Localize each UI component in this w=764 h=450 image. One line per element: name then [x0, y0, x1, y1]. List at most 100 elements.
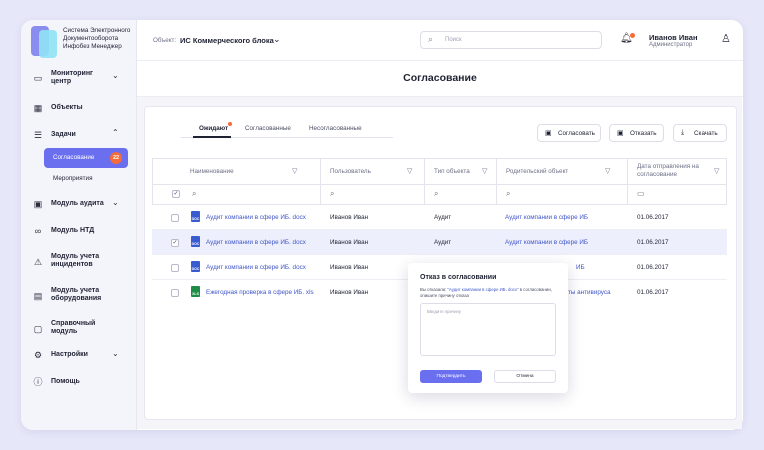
chevron-down-icon: ⌄: [112, 198, 119, 207]
column-parent[interactable]: Родительский объект ▽: [497, 159, 628, 184]
docx-file-icon: DOC: [191, 236, 200, 247]
select-all-checkbox[interactable]: ✓: [172, 190, 180, 198]
sidebar-subitem-events[interactable]: Мероприятия: [53, 175, 92, 182]
row-checkbox[interactable]: [171, 289, 179, 297]
reject-dialog: Отказ в согласовании Вы отказали: "Аудит…: [408, 263, 568, 393]
search-icon: ⌕: [192, 189, 197, 198]
download-icon: ⤓: [681, 129, 685, 136]
reject-icon: ▣: [617, 130, 624, 137]
filter-icon[interactable]: ▽: [714, 167, 719, 175]
reason-textarea[interactable]: Введите причину: [420, 303, 556, 356]
confirm-button[interactable]: Подтвердить: [420, 370, 482, 383]
filter-type[interactable]: ⌕: [425, 185, 497, 204]
filter-icon[interactable]: ▽: [292, 167, 297, 175]
chevron-up-icon: ⌃: [112, 128, 119, 137]
warning-icon: ⚠: [33, 257, 43, 267]
filter-parent[interactable]: ⌕: [497, 185, 628, 204]
filter-icon[interactable]: ▽: [605, 167, 610, 175]
chat-icon: ▢: [33, 324, 43, 334]
clipboard-icon: ▤: [33, 291, 43, 301]
filter-user[interactable]: ⌕: [321, 185, 425, 204]
column-user[interactable]: Пользователь ▽: [321, 159, 425, 184]
user-role: Администратор: [649, 42, 693, 48]
chevron-down-icon: ⌄: [112, 71, 119, 80]
object-label: Объект:: [153, 37, 177, 44]
parent-link[interactable]: ИБ: [576, 264, 585, 271]
logo[interactable]: Система Электронного Документооборота Ин…: [31, 26, 131, 64]
parent-link[interactable]: Аудит компании в сфере ИБ: [505, 214, 588, 221]
chevron-down-icon[interactable]: ⌄: [273, 34, 281, 45]
sidebar-item-equipment[interactable]: ▤ Модуль учета оборудования: [21, 286, 137, 308]
xls-file-icon: XLS: [191, 286, 200, 297]
sidebar-item-settings[interactable]: ⚙ Настройки ⌄: [21, 349, 137, 371]
folder-icon: ▣: [33, 199, 43, 209]
user-icon[interactable]: ♙: [721, 32, 731, 45]
parent-link[interactable]: Аудит компании в сфере ИБ: [505, 239, 588, 246]
tab-rejected[interactable]: Несогласованные: [309, 125, 362, 132]
tab-active-indicator: [193, 136, 231, 138]
table-filter-row: ✓ ⌕ ⌕ ⌕ ⌕ ▭: [152, 185, 727, 205]
gear-icon: ⚙: [33, 350, 43, 360]
filter-date[interactable]: ▭: [628, 185, 726, 204]
document-link[interactable]: Ежегодная проверка в сфере ИБ. xls: [206, 289, 314, 296]
dialog-title: Отказ в согласовании: [420, 274, 497, 281]
document-link[interactable]: Аудит компании в сфере ИБ. docx: [206, 239, 306, 246]
top-bar: Объект: ИС Коммерческого блока ⌄ ⌕ Поиск…: [137, 20, 743, 61]
tab-pending[interactable]: Ожидают: [199, 122, 233, 132]
user-name: Иванов Иван: [649, 33, 698, 42]
filter-name[interactable]: ⌕: [183, 185, 321, 204]
page-title: Согласование: [403, 72, 477, 84]
bell-icon[interactable]: 🔔︎: [620, 33, 635, 44]
parent-link[interactable]: боты антивируса: [561, 289, 611, 296]
calendar-icon: ▭: [637, 189, 645, 198]
search-icon: ⌕: [434, 189, 439, 198]
row-checkbox[interactable]: ✓: [171, 239, 179, 247]
chevron-down-icon: ⌄: [112, 349, 119, 358]
search-input[interactable]: ⌕ Поиск: [420, 31, 602, 49]
search-icon: ⌕: [330, 189, 335, 198]
logo-text: Система Электронного Документооборота Ин…: [63, 27, 131, 50]
document-link[interactable]: Аудит компании в сфере ИБ. docx: [206, 214, 306, 221]
sidebar-item-help[interactable]: ⓘ Помощь: [21, 376, 137, 398]
sidebar-subitem-approval[interactable]: Согласование 22: [44, 148, 128, 168]
info-icon: ⓘ: [33, 377, 43, 387]
grid-icon: ▦: [33, 103, 43, 113]
filter-icon[interactable]: ▽: [407, 167, 412, 175]
sidebar-item-monitoring[interactable]: ▭ Мониторинг центр ⌄: [21, 70, 137, 92]
sidebar: Система Электронного Документооборота Ин…: [21, 20, 137, 430]
sidebar-item-incidents[interactable]: ⚠ Модуль учета инцидентов: [21, 252, 137, 274]
table-row[interactable]: ✓ DOC Аудит компании в сфере ИБ. docx Ив…: [152, 230, 727, 255]
search-icon: ⌕: [506, 189, 511, 198]
row-checkbox[interactable]: [171, 264, 179, 272]
tasks-icon: ☰: [33, 130, 43, 140]
object-selector[interactable]: ИС Коммерческого блока: [180, 36, 274, 45]
docx-file-icon: DOC: [191, 211, 200, 222]
sidebar-item-objects[interactable]: ▦ Объекты: [21, 102, 137, 124]
column-name[interactable]: Наименование ▽: [153, 159, 321, 184]
reject-button[interactable]: ▣ Отказать: [609, 124, 664, 142]
count-badge: 22: [110, 152, 122, 164]
tab-approved[interactable]: Согласованные: [245, 125, 291, 132]
notification-dot: [629, 33, 635, 38]
dialog-message: Вы отказали: "Аудит компании в сфере ИБ.…: [420, 287, 552, 298]
sidebar-item-audit[interactable]: ▣ Модуль аудита ⌄: [21, 198, 137, 220]
approve-icon: ▣: [545, 130, 552, 137]
column-type[interactable]: Тип объекта ▽: [425, 159, 497, 184]
dialog-document-link[interactable]: "Аудит компании в сфере ИБ. docx": [447, 287, 518, 292]
document-link[interactable]: Аудит компании в сфере ИБ. docx: [206, 264, 306, 271]
table-row[interactable]: DOC Аудит компании в сфере ИБ. docx Иван…: [152, 205, 727, 230]
approve-button[interactable]: ▣ Согласовать: [537, 124, 601, 142]
link-icon: ∞: [34, 226, 42, 236]
logo-mark: [31, 26, 59, 58]
sidebar-item-reference[interactable]: ▢ Справочный модуль: [21, 319, 137, 341]
table-header: Наименование ▽ Пользователь ▽ Тип объект…: [152, 158, 727, 185]
column-date[interactable]: Дата отправления на согласование ▽: [628, 159, 726, 184]
cancel-button[interactable]: Отмена: [494, 370, 556, 383]
row-checkbox[interactable]: [171, 214, 179, 222]
download-button[interactable]: ⤓ Скачать: [673, 124, 727, 142]
sidebar-item-ntd[interactable]: ∞ Модуль НТД: [21, 225, 137, 247]
monitor-icon: ▭: [33, 73, 43, 83]
search-icon: ⌕: [428, 34, 434, 44]
docx-file-icon: DOC: [191, 261, 200, 272]
filter-icon[interactable]: ▽: [482, 167, 487, 175]
